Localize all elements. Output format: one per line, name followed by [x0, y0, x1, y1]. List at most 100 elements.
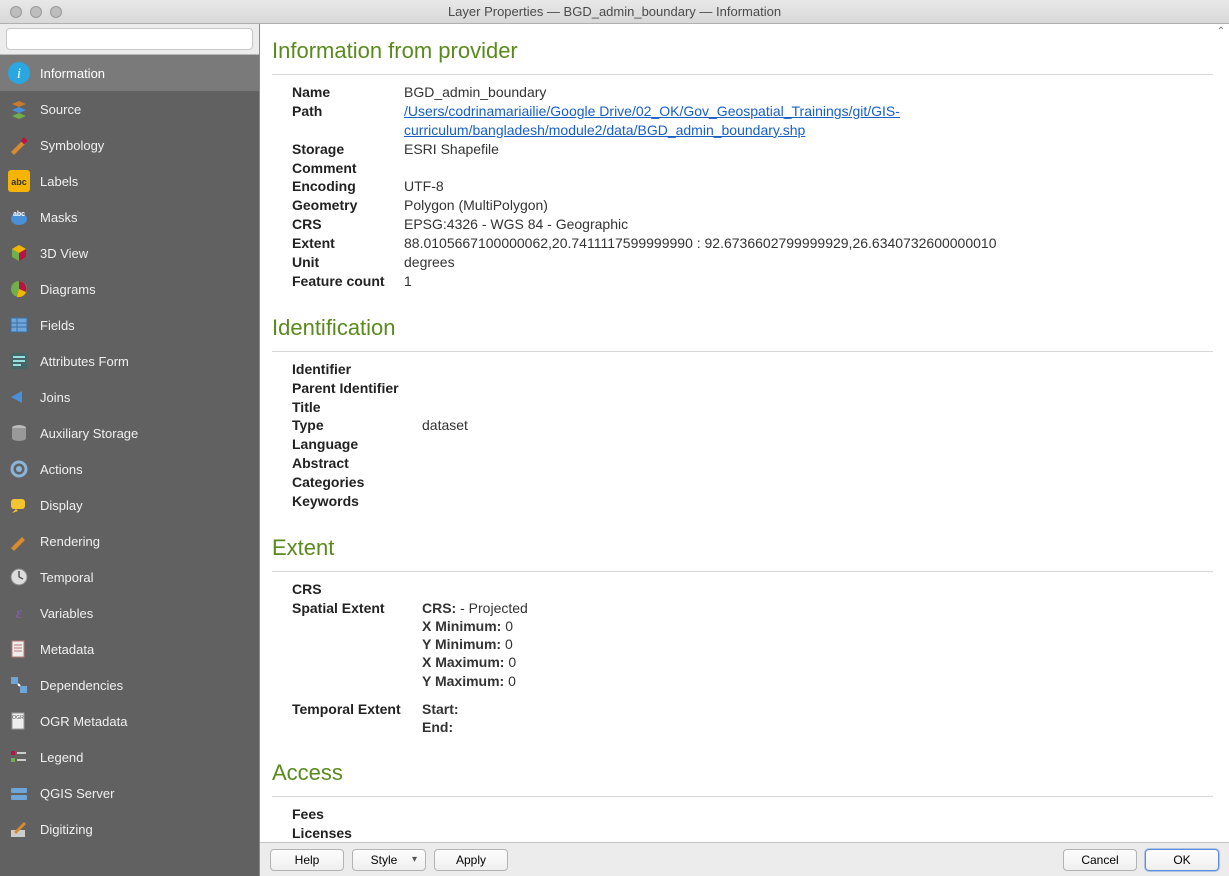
section-title: Identification [272, 307, 1213, 347]
sidebar-item-legend[interactable]: Legend [0, 739, 259, 775]
sidebar-item-diagrams[interactable]: Diagrams [0, 271, 259, 307]
sidebar-item-label: 3D View [40, 246, 88, 261]
value-spatial-crs: - Projected [456, 600, 528, 616]
sidebar-item-label: Actions [40, 462, 83, 477]
sidebar-item-joins[interactable]: Joins [0, 379, 259, 415]
sidebar-item-label: Source [40, 102, 81, 117]
content-scroll-area[interactable]: ⌃ Information from provider NameBGD_admi… [260, 24, 1229, 842]
sidebar-item-label: Joins [40, 390, 70, 405]
value-unit: degrees [404, 253, 1213, 272]
value-abstract [422, 454, 1213, 473]
sidebar-item-masks[interactable]: abc Masks [0, 199, 259, 235]
sidebar-search-input[interactable] [6, 28, 253, 50]
metadata-icon [8, 638, 30, 660]
symbology-icon [8, 134, 30, 156]
sidebar-item-variables[interactable]: ε Variables [0, 595, 259, 631]
sidebar-item-auxiliary-storage[interactable]: Auxiliary Storage [0, 415, 259, 451]
label-licenses: Licenses [292, 824, 404, 842]
value-encoding: UTF-8 [404, 177, 1213, 196]
sidebar-item-label: Fields [40, 318, 75, 333]
window-titlebar: Layer Properties — BGD_admin_boundary — … [0, 0, 1229, 24]
sidebar-item-label: Masks [40, 210, 78, 225]
section-access: Access Fees Licenses Rights Constraints [272, 752, 1213, 842]
cancel-button[interactable]: Cancel [1063, 849, 1137, 871]
sidebar: i Information Source Symbology abc Label… [0, 24, 260, 876]
label-ymin: Y Minimum: [422, 636, 501, 652]
masks-icon: abc [8, 206, 30, 228]
sidebar-item-digitizing[interactable]: Digitizing [0, 811, 259, 847]
label-abstract: Abstract [292, 454, 422, 473]
sidebar-item-display[interactable]: Display [0, 487, 259, 523]
sidebar-item-label: Auxiliary Storage [40, 426, 138, 441]
section-title: Extent [272, 527, 1213, 567]
value-xmin: 0 [501, 618, 513, 634]
svg-text:OGR: OGR [12, 715, 24, 721]
scroll-up-icon[interactable]: ⌃ [1215, 26, 1227, 38]
sidebar-item-label: Variables [40, 606, 93, 621]
sidebar-item-label: Display [40, 498, 83, 513]
value-ymax: 0 [504, 673, 516, 689]
help-button[interactable]: Help [270, 849, 344, 871]
value-xmax: 0 [504, 654, 516, 670]
window-title: Layer Properties — BGD_admin_boundary — … [0, 4, 1229, 19]
label-xmin: X Minimum: [422, 618, 501, 634]
labels-icon: abc [8, 170, 30, 192]
sidebar-item-3d-view[interactable]: 3D View [0, 235, 259, 271]
sidebar-item-label: OGR Metadata [40, 714, 127, 729]
sidebar-item-qgis-server[interactable]: QGIS Server [0, 775, 259, 811]
svg-text:abc: abc [11, 177, 27, 187]
label-unit: Unit [292, 253, 404, 272]
apply-button[interactable]: Apply [434, 849, 508, 871]
sidebar-item-labels[interactable]: abc Labels [0, 163, 259, 199]
value-name: BGD_admin_boundary [404, 83, 1213, 102]
label-storage: Storage [292, 140, 404, 159]
sidebar-item-label: Temporal [40, 570, 93, 585]
sidebar-item-label: Diagrams [40, 282, 96, 297]
display-icon [8, 494, 30, 516]
value-identifier [422, 360, 1213, 379]
label-title: Title [292, 398, 422, 417]
label-xmax: X Maximum: [422, 654, 504, 670]
value-type: dataset [422, 416, 1213, 435]
sidebar-item-label: Attributes Form [40, 354, 129, 369]
sidebar-item-label: Symbology [40, 138, 104, 153]
section-provider: Information from provider NameBGD_admin_… [272, 30, 1213, 291]
sidebar-item-label: Rendering [40, 534, 100, 549]
sidebar-item-source[interactable]: Source [0, 91, 259, 127]
legend-icon [8, 746, 30, 768]
sidebar-item-symbology[interactable]: Symbology [0, 127, 259, 163]
3d-view-icon [8, 242, 30, 264]
ok-button[interactable]: OK [1145, 849, 1219, 871]
label-end: End: [422, 719, 453, 735]
label-start: Start: [422, 701, 459, 717]
style-button[interactable]: Style [352, 849, 426, 871]
link-path[interactable]: /Users/codrinamariailie/Google Drive/02_… [404, 103, 900, 138]
label-ymax: Y Maximum: [422, 673, 504, 689]
value-comment [404, 159, 1213, 178]
label-extent-crs: CRS [292, 580, 422, 599]
label-identifier: Identifier [292, 360, 422, 379]
sidebar-item-information[interactable]: i Information [0, 55, 259, 91]
sidebar-item-metadata[interactable]: Metadata [0, 631, 259, 667]
section-extent: Extent CRS Spatial Extent CRS: - Project… [272, 527, 1213, 736]
sidebar-item-label: Digitizing [40, 822, 93, 837]
value-crs: EPSG:4326 - WGS 84 - Geographic [404, 215, 1213, 234]
sidebar-item-actions[interactable]: Actions [0, 451, 259, 487]
sidebar-item-attributes-form[interactable]: Attributes Form [0, 343, 259, 379]
sidebar-item-dependencies[interactable]: Dependencies [0, 667, 259, 703]
info-icon: i [8, 62, 30, 84]
sidebar-item-fields[interactable]: Fields [0, 307, 259, 343]
sidebar-item-label: QGIS Server [40, 786, 114, 801]
sidebar-item-label: Dependencies [40, 678, 123, 693]
value-temporal-extent: Start: End: [422, 700, 1213, 736]
label-path: Path [292, 102, 404, 140]
variables-icon: ε [8, 602, 30, 624]
sidebar-item-ogr-metadata[interactable]: OGR OGR Metadata [0, 703, 259, 739]
sidebar-item-rendering[interactable]: Rendering [0, 523, 259, 559]
diagrams-icon [8, 278, 30, 300]
label-extent: Extent [292, 234, 404, 253]
sidebar-item-temporal[interactable]: Temporal [0, 559, 259, 595]
label-categories: Categories [292, 473, 422, 492]
section-title: Access [272, 752, 1213, 792]
label-spatial-extent: Spatial Extent [292, 599, 422, 690]
